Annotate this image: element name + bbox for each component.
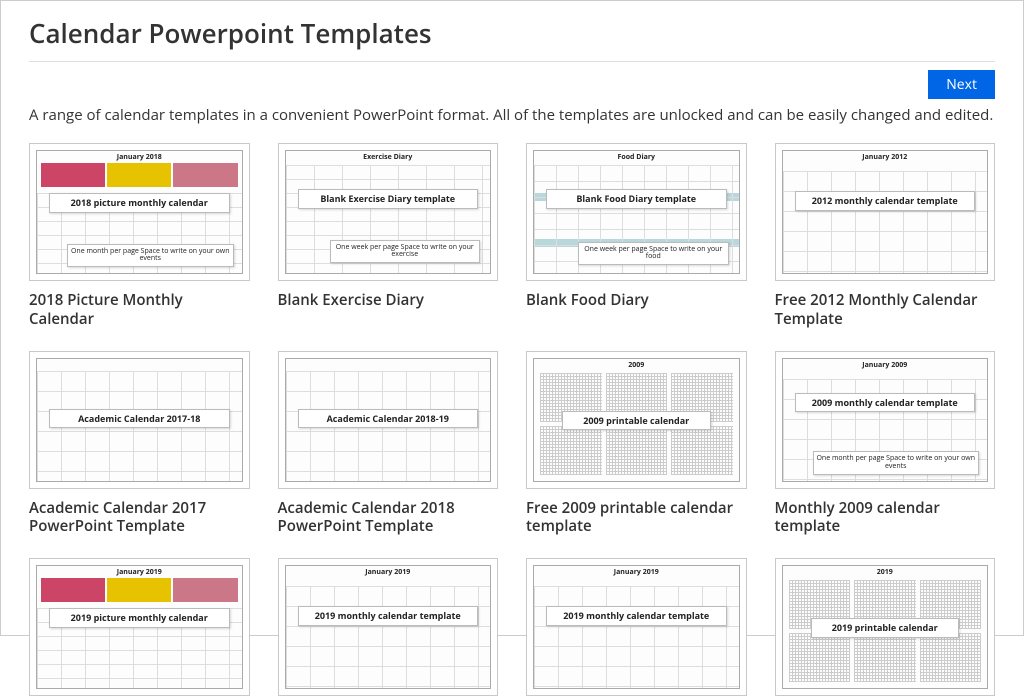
template-card[interactable]: January 2009 2009 monthly calendar templ… [775,351,996,537]
template-card[interactable]: January 2012 2012 monthly calendar templ… [775,143,996,329]
thumb-badge-main: Academic Calendar 2018-19 [298,409,479,429]
thumb-badge-main: 2019 monthly calendar template [298,606,479,626]
template-thumbnail: January 2019 2019 picture monthly calend… [29,558,250,696]
template-thumbnail: January 2018 2018 picture monthly calend… [29,143,250,281]
template-thumbnail: 2019 2019 printable calendar [775,558,996,696]
template-thumbnail: Academic Calendar 2017-18 [29,351,250,489]
thumb-badge-main: 2012 monthly calendar template [795,191,976,211]
template-title: 2018 Picture Monthly Calendar [29,291,250,329]
thumb-badge-main: Academic Calendar 2017-18 [49,409,230,429]
thumb-heading: 2009 [534,361,739,370]
template-thumbnail: January 2019 2019 monthly calendar templ… [278,558,499,696]
photo-strip [41,163,238,187]
thumb-heading: January 2018 [37,153,242,162]
template-title: Blank Food Diary [526,291,747,310]
thumb-badge-main: 2019 printable calendar [811,618,960,638]
template-card[interactable]: January 2018 2018 picture monthly calend… [29,143,250,329]
template-title: Academic Calendar 2017 PowerPoint Templa… [29,499,250,537]
thumb-badge-main: 2018 picture monthly calendar [49,193,230,213]
thumb-badge-main: 2019 picture monthly calendar [49,608,230,628]
page-title: Calendar Powerpoint Templates [29,15,995,62]
template-title: Free 2012 Monthly Calendar Template [775,291,996,329]
template-title: Academic Calendar 2018 PowerPoint Templa… [278,499,499,537]
thumb-heading: Exercise Diary [286,153,491,162]
template-thumbnail: January 2019 2019 monthly calendar templ… [526,558,747,696]
template-thumbnail: January 2009 2009 monthly calendar templ… [775,351,996,489]
calendar-grid [286,586,491,688]
template-card[interactable]: January 2019 2019 picture monthly calend… [29,558,250,696]
template-card[interactable]: 2019 2019 printable calendar [775,558,996,696]
template-thumbnail: Exercise Diary Blank Exercise Diary temp… [278,143,499,281]
template-title: Monthly 2009 calendar template [775,499,996,537]
thumb-heading: January 2012 [783,153,988,162]
template-thumbnail: 2009 2009 printable calendar [526,351,747,489]
thumb-heading: January 2019 [534,568,739,577]
photo-strip [41,578,238,602]
template-title: Free 2009 printable calendar template [526,499,747,537]
thumb-badge-sub: One month per page Space to write on you… [67,244,234,267]
thumb-heading: January 2009 [783,361,988,370]
template-thumbnail: January 2012 2012 monthly calendar templ… [775,143,996,281]
template-card[interactable]: Academic Calendar 2017-18 Academic Calen… [29,351,250,537]
thumb-heading: Food Diary [534,153,739,162]
template-card[interactable]: Exercise Diary Blank Exercise Diary temp… [278,143,499,329]
calendar-grid [534,586,739,688]
thumb-badge-main: 2019 monthly calendar template [546,606,727,626]
template-card[interactable]: 2009 2009 printable calendar Free 2009 p… [526,351,747,537]
thumb-badge-main: Blank Food Diary template [546,189,727,209]
template-card[interactable]: Food Diary Blank Food Diary template One… [526,143,747,329]
thumb-heading: 2019 [783,568,988,577]
template-card[interactable]: January 2019 2019 monthly calendar templ… [526,558,747,696]
thumb-badge-main: 2009 monthly calendar template [795,393,976,413]
thumb-badge-main: 2009 printable calendar [562,411,711,431]
template-card[interactable]: January 2019 2019 monthly calendar templ… [278,558,499,696]
thumb-heading: January 2019 [37,568,242,577]
template-card[interactable]: Academic Calendar 2018-19 Academic Calen… [278,351,499,537]
template-title: Blank Exercise Diary [278,291,499,310]
next-button[interactable]: Next [928,70,995,99]
thumb-badge-sub: One week per page Space to write on your… [578,242,729,265]
template-thumbnail: Food Diary Blank Food Diary template One… [526,143,747,281]
thumb-badge-main: Blank Exercise Diary template [298,189,479,209]
template-grid: January 2018 2018 picture monthly calend… [29,143,995,696]
thumb-badge-sub: One week per page Space to write on your… [330,240,481,263]
thumb-badge-sub: One month per page Space to write on you… [813,451,980,474]
template-thumbnail: Academic Calendar 2018-19 [278,351,499,489]
pagination-bar: Next [29,70,995,99]
thumb-heading: January 2019 [286,568,491,577]
intro-text: A range of calendar templates in a conve… [29,105,995,125]
calendar-grid [783,171,988,273]
